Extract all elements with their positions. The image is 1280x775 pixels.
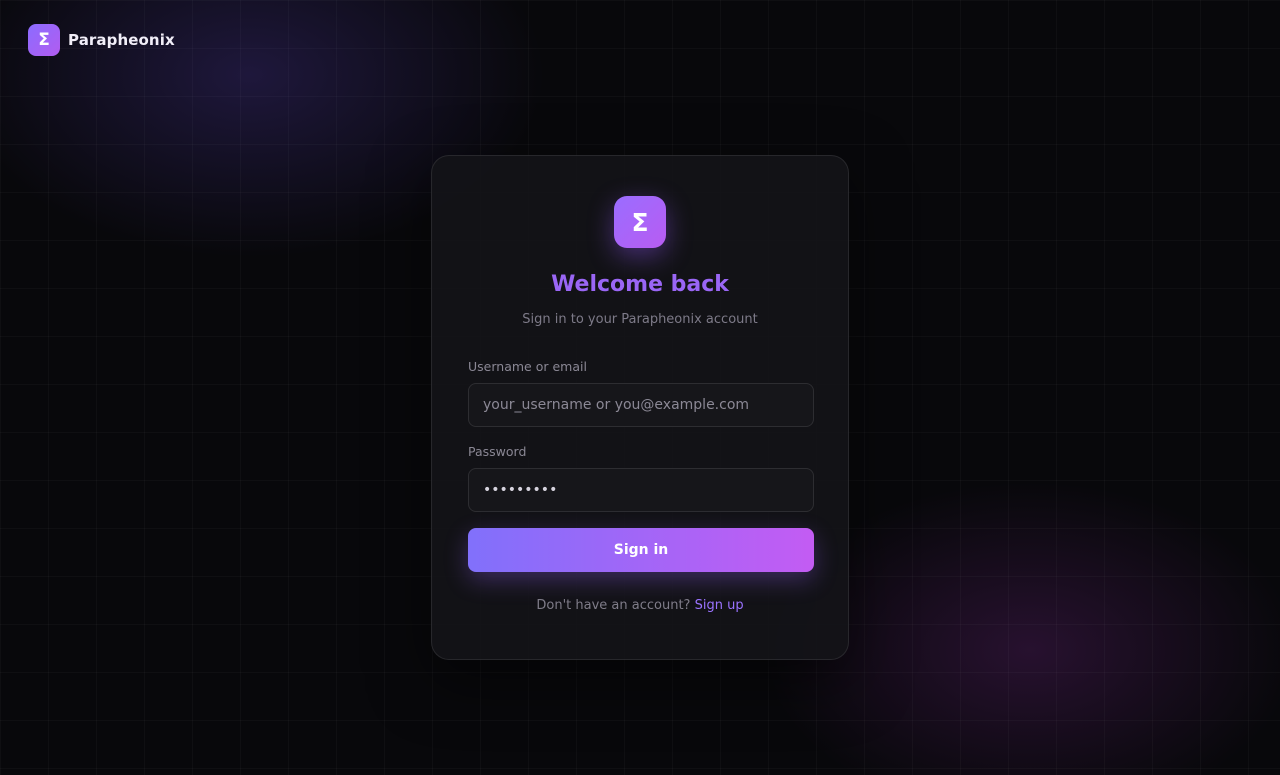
sign-up-link[interactable]: Sign up bbox=[695, 598, 744, 613]
username-input[interactable] bbox=[468, 383, 814, 427]
signup-prompt-text: Don't have an account? bbox=[536, 598, 691, 613]
signup-prompt: Don't have an account? Sign up bbox=[468, 598, 812, 613]
brand-header[interactable]: Σ Parapheonix bbox=[28, 24, 175, 56]
password-label: Password bbox=[468, 444, 527, 459]
brand-name: Parapheonix bbox=[68, 31, 175, 49]
sign-in-button[interactable]: Sign in bbox=[468, 528, 814, 572]
sigma-logo-icon: Σ bbox=[28, 24, 60, 56]
password-input[interactable] bbox=[468, 468, 814, 512]
username-label: Username or email bbox=[468, 359, 587, 374]
page-title: Welcome back bbox=[551, 272, 729, 297]
login-card: Σ Welcome back Sign in to your Parapheon… bbox=[431, 155, 849, 660]
sigma-logo-icon: Σ bbox=[614, 196, 666, 248]
login-page: Σ Parapheonix Σ Welcome back Sign in to … bbox=[0, 0, 1280, 775]
page-subtitle: Sign in to your Parapheonix account bbox=[522, 312, 758, 327]
